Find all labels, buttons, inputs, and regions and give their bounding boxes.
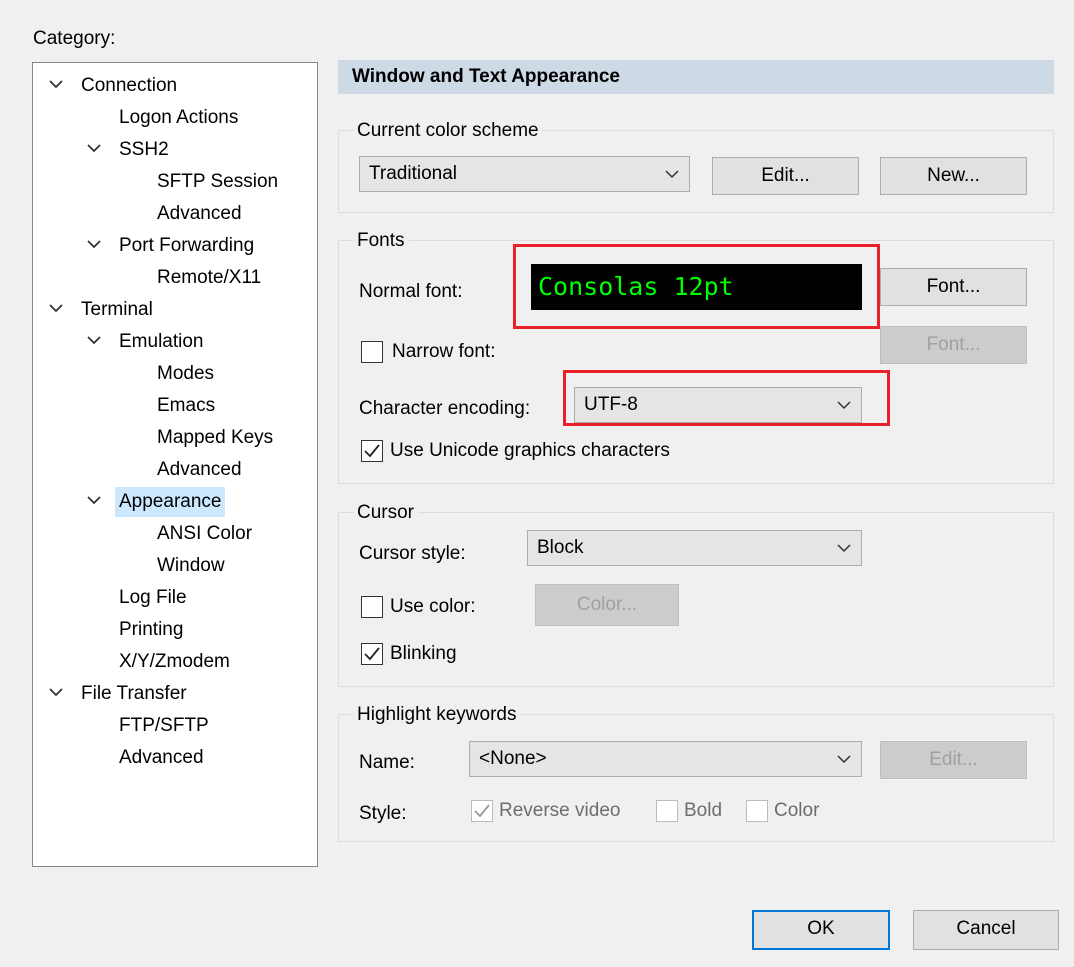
tree-item[interactable]: Emacs: [33, 391, 317, 421]
tree-item-label: Appearance: [115, 487, 226, 517]
color-scheme-value: Traditional: [369, 163, 458, 184]
chevron-down-icon[interactable]: [49, 679, 63, 709]
page-title: Window and Text Appearance: [338, 60, 1054, 94]
tree-item[interactable]: Advanced: [33, 743, 317, 773]
tree-item-label: Logon Actions: [119, 107, 239, 128]
tree-item[interactable]: Connection: [33, 71, 317, 101]
cursor-style-select[interactable]: Block: [527, 530, 862, 566]
encoding-label: Character encoding:: [359, 398, 531, 419]
tree-item[interactable]: X/Y/Zmodem: [33, 647, 317, 677]
tree-item-label: Connection: [81, 75, 178, 96]
tree-item-label: ANSI Color: [157, 523, 253, 544]
category-tree[interactable]: Connection Logon Actions SSH2 SFTP Session A…: [32, 62, 318, 867]
chevron-down-icon[interactable]: [87, 487, 101, 517]
tree-item-label: File Transfer: [81, 683, 187, 704]
ok-button[interactable]: OK: [752, 910, 890, 950]
tree-item[interactable]: Advanced: [33, 199, 317, 229]
highlight-edit-button[interactable]: Edit...: [880, 741, 1027, 779]
color-scheme-new-button[interactable]: New...: [880, 157, 1027, 195]
tree-item[interactable]: Appearance: [33, 487, 317, 517]
cursor-style-label: Cursor style:: [359, 543, 466, 564]
tree-item-label: SSH2: [119, 139, 169, 160]
tree-item-label: Emulation: [119, 331, 204, 352]
tree-item[interactable]: SSH2: [33, 135, 317, 165]
tree-item[interactable]: FTP/SFTP: [33, 711, 317, 741]
highlight-title: Highlight keywords: [353, 704, 521, 726]
tree-item-label: Window: [157, 555, 225, 576]
blinking-checkbox[interactable]: [361, 643, 383, 665]
tree-item-label: Mapped Keys: [157, 427, 274, 448]
tree-item[interactable]: File Transfer: [33, 679, 317, 709]
cursor-title: Cursor: [353, 502, 419, 524]
highlight-style-label: Style:: [359, 803, 407, 824]
tree-item-label: Remote/X11: [157, 267, 262, 288]
tree-item-label: Advanced: [157, 203, 242, 224]
highlight-name-value: <None>: [479, 748, 547, 769]
chevron-down-icon: [837, 755, 851, 764]
tree-item[interactable]: Log File: [33, 583, 317, 613]
tree-item-label: FTP/SFTP: [119, 715, 209, 736]
bold-label: Bold: [684, 800, 723, 821]
encoding-highlight: [563, 370, 890, 426]
tree-item[interactable]: ANSI Color: [33, 519, 317, 549]
tree-item[interactable]: Window: [33, 551, 317, 581]
highlight-name-select[interactable]: <None>: [469, 741, 862, 777]
reverse-video-checkbox[interactable]: [471, 800, 493, 822]
chevron-down-icon[interactable]: [87, 231, 101, 261]
blinking-label: Blinking: [390, 643, 457, 664]
cursor-style-value: Block: [537, 537, 584, 558]
tree-item-label: Printing: [119, 619, 184, 640]
highlight-name-label: Name:: [359, 752, 415, 773]
chevron-down-icon[interactable]: [49, 295, 63, 325]
color-scheme-select[interactable]: Traditional: [359, 156, 690, 192]
tree-item[interactable]: Modes: [33, 359, 317, 389]
tree-item[interactable]: Port Forwarding: [33, 231, 317, 261]
chevron-down-icon[interactable]: [87, 135, 101, 165]
check-icon: [364, 647, 380, 661]
tree-item[interactable]: Emulation: [33, 327, 317, 357]
color-checkbox[interactable]: [746, 800, 768, 822]
color-scheme-edit-button[interactable]: Edit...: [712, 157, 859, 195]
color-scheme-title: Current color scheme: [353, 120, 543, 142]
narrow-font-label: Narrow font:: [392, 341, 496, 362]
unicode-checkbox[interactable]: [361, 440, 383, 462]
tree-item[interactable]: Remote/X11: [33, 263, 317, 293]
cancel-button[interactable]: Cancel: [913, 910, 1059, 950]
unicode-label: Use Unicode graphics characters: [390, 440, 670, 461]
tree-item-label: SFTP Session: [157, 171, 279, 192]
tree-item-label: Terminal: [81, 299, 153, 320]
reverse-video-label: Reverse video: [499, 800, 621, 821]
use-color-label: Use color:: [390, 596, 476, 617]
tree-item-label: Emacs: [157, 395, 216, 416]
tree-item[interactable]: Mapped Keys: [33, 423, 317, 453]
font-preview-highlight: [513, 244, 880, 329]
tree-item[interactable]: Advanced: [33, 455, 317, 485]
color-label: Color: [774, 800, 820, 821]
tree-item-label: X/Y/Zmodem: [119, 651, 230, 672]
tree-item[interactable]: Printing: [33, 615, 317, 645]
narrow-font-button[interactable]: Font...: [880, 326, 1027, 364]
tree-item-label: Port Forwarding: [119, 235, 255, 256]
narrow-font-checkbox[interactable]: [361, 341, 383, 363]
tree-item[interactable]: Terminal: [33, 295, 317, 325]
chevron-down-icon: [837, 544, 851, 553]
bold-checkbox[interactable]: [656, 800, 678, 822]
category-label: Category:: [33, 28, 116, 49]
fonts-title: Fonts: [353, 230, 409, 252]
tree-item[interactable]: Logon Actions: [33, 103, 317, 133]
check-icon: [474, 804, 490, 818]
chevron-down-icon: [665, 170, 679, 179]
tree-item[interactable]: SFTP Session: [33, 167, 317, 197]
tree-item-label: Advanced: [157, 459, 242, 480]
tree-item-label: Advanced: [119, 747, 204, 768]
tree-item-label: Log File: [119, 587, 187, 608]
use-color-checkbox[interactable]: [361, 596, 383, 618]
tree-item-label: Modes: [157, 363, 215, 384]
check-icon: [364, 444, 380, 458]
cursor-color-button[interactable]: Color...: [535, 584, 679, 626]
chevron-down-icon[interactable]: [87, 327, 101, 357]
normal-font-label: Normal font:: [359, 281, 463, 302]
chevron-down-icon[interactable]: [49, 71, 63, 101]
normal-font-button[interactable]: Font...: [880, 268, 1027, 306]
